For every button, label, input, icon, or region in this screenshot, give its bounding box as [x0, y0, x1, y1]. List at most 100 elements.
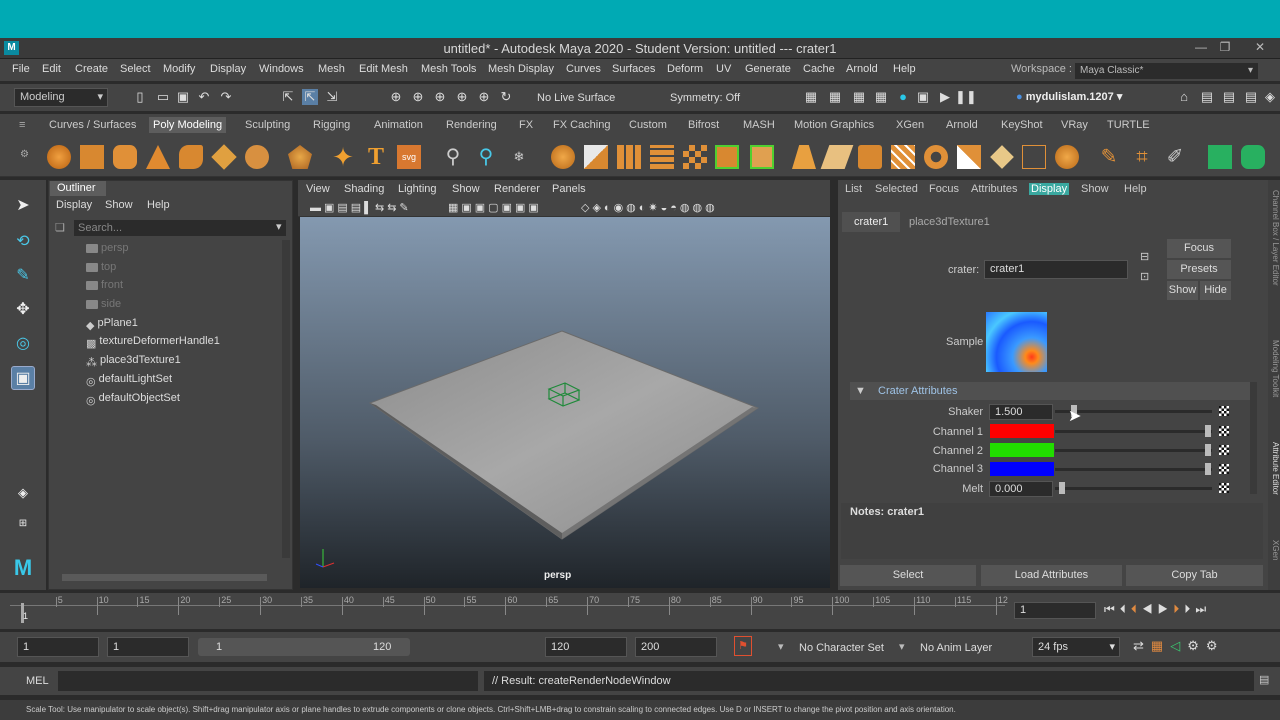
input-connections-icon[interactable]: ⊟: [1140, 250, 1149, 263]
shelf-tab-rendering[interactable]: Rendering: [446, 119, 497, 131]
smooth-icon[interactable]: ❄: [507, 145, 531, 169]
append-poly-icon[interactable]: [820, 145, 854, 169]
menu-uv[interactable]: UV: [716, 63, 731, 75]
minimize-button[interactable]: —: [1191, 40, 1211, 54]
move-tool-icon[interactable]: ✥: [11, 298, 35, 322]
chevron-down-icon[interactable]: ▾: [778, 640, 784, 653]
channel3-slider-handle[interactable]: [1205, 463, 1211, 475]
menu-arnold[interactable]: Arnold: [846, 63, 878, 75]
create-poly-icon[interactable]: [858, 145, 882, 169]
current-frame-field[interactable]: 1: [1014, 602, 1096, 619]
attribute-editor-icon[interactable]: ▤: [1199, 89, 1215, 105]
tab-channel-box[interactable]: Channel Box / Layer Editor: [1268, 190, 1280, 286]
playback-start-field[interactable]: 1: [107, 637, 189, 657]
outliner-item-pplane1[interactable]: ◆ pPlane1: [86, 317, 138, 332]
outliner-menu-display[interactable]: Display: [56, 199, 92, 211]
ae-menu-show[interactable]: Show: [1081, 183, 1109, 195]
crease-icon[interactable]: ⌗: [1130, 145, 1154, 169]
new-scene-icon[interactable]: ▯: [132, 89, 148, 105]
tab-modeling-toolkit[interactable]: Modeling Toolkit: [1268, 340, 1280, 397]
hide-button[interactable]: Hide: [1200, 281, 1231, 300]
arnold-render-icon[interactable]: ▣: [915, 89, 931, 105]
separate-icon[interactable]: ⚲: [474, 145, 498, 169]
shelf-tab-keyshot[interactable]: KeyShot: [1001, 119, 1043, 131]
channel1-slider-handle[interactable]: [1205, 425, 1211, 437]
step-back-icon[interactable]: ⏴: [1120, 602, 1131, 616]
shelf-tab-arnold[interactable]: Arnold: [946, 119, 978, 131]
outliner-title[interactable]: Outliner: [50, 181, 106, 196]
menu-surfaces[interactable]: Surfaces: [612, 63, 655, 75]
menu-mesh-display[interactable]: Mesh Display: [488, 63, 554, 75]
paint-select-tool-icon[interactable]: ✎: [11, 264, 35, 288]
offset-edge-loop-icon[interactable]: [924, 145, 948, 169]
save-scene-icon[interactable]: ▣: [175, 89, 191, 105]
snap-point-icon[interactable]: ⊕: [432, 89, 448, 105]
shelf-tab-bifrost[interactable]: Bifrost: [688, 119, 719, 131]
tab-xgen[interactable]: XGen: [1268, 540, 1280, 560]
show-button[interactable]: Show: [1167, 281, 1198, 300]
lasso-tool-icon[interactable]: ⟲: [11, 230, 35, 254]
outliner-item-place3dtexture1[interactable]: ⁂ place3dTexture1: [86, 354, 181, 369]
anim-layer-select[interactable]: No Anim Layer: [920, 642, 992, 654]
time-slider[interactable]: 5 10 15 20 25 30 35 40 45 50 55 60 65 70 75 80 85 90 95 100…: [0, 593, 1280, 629]
shelf-tab-vray[interactable]: VRay: [1061, 119, 1088, 131]
combine-icon[interactable]: ⚲: [441, 145, 465, 169]
viewport-menu-show[interactable]: Show: [452, 183, 480, 195]
grid-display-icon[interactable]: ▦▣▣▢▣▣▣: [448, 201, 542, 214]
rotate-tool-icon[interactable]: ◎: [11, 332, 35, 356]
node-name-field[interactable]: crater1: [984, 260, 1128, 279]
poke-icon[interactable]: [957, 145, 981, 169]
shelf-tab-turtle[interactable]: TURTLE: [1107, 119, 1150, 131]
animation-end-field[interactable]: 200: [635, 637, 717, 657]
settings-icon[interactable]: ⚙: [1206, 638, 1225, 653]
tab-place3dtexture1[interactable]: place3dTexture1: [909, 216, 990, 228]
3d-viewport[interactable]: [300, 217, 830, 588]
sculpt-icon[interactable]: [1055, 145, 1079, 169]
fps-select[interactable]: 24 fps ▾: [1032, 637, 1120, 657]
animation-start-field[interactable]: 1: [17, 637, 99, 657]
shelf-tab-custom[interactable]: Custom: [629, 119, 667, 131]
go-to-start-icon[interactable]: ⏮: [1104, 602, 1120, 616]
menu-curves[interactable]: Curves: [566, 63, 601, 75]
arnold-ipr-icon[interactable]: ▶: [937, 89, 953, 105]
step-forward-key-icon[interactable]: ⏵: [1173, 602, 1184, 616]
outliner-item-defaultlightset[interactable]: ◎ defaultLightSet: [86, 373, 172, 388]
modeling-toolkit-icon[interactable]: ⌂: [1176, 89, 1192, 105]
bevel-icon[interactable]: [683, 145, 707, 169]
shaker-field[interactable]: 1.500: [989, 404, 1053, 420]
script-editor-icon[interactable]: ▤: [1259, 673, 1269, 686]
boolean-icon[interactable]: [551, 145, 575, 169]
viewport-menu-shading[interactable]: Shading: [344, 183, 384, 195]
outliner-vertical-scrollbar[interactable]: [282, 240, 290, 558]
character-set-select[interactable]: No Character Set: [799, 642, 884, 654]
snap-pivot-icon[interactable]: ↻: [498, 89, 514, 105]
poly-torus-icon[interactable]: [179, 145, 203, 169]
menu-edit[interactable]: Edit: [42, 63, 61, 75]
select-object-icon[interactable]: ⇱: [302, 89, 318, 105]
shelf-tab-curves-surfaces[interactable]: Curves / Surfaces: [49, 119, 136, 131]
outliner-toggle-icon[interactable]: ◈: [1262, 89, 1278, 105]
select-tool-icon[interactable]: ➤: [11, 194, 35, 218]
output-connections-icon[interactable]: ⊡: [1140, 270, 1149, 283]
poly-sphere-icon[interactable]: [47, 145, 71, 169]
outliner-menu-show[interactable]: Show: [105, 199, 133, 211]
melt-slider[interactable]: [1055, 487, 1212, 490]
layout-single-icon[interactable]: ⊞: [11, 518, 35, 542]
script-language-label[interactable]: MEL: [26, 675, 49, 687]
viewport-menu-panels[interactable]: Panels: [552, 183, 586, 195]
close-button[interactable]: ✕: [1250, 40, 1270, 54]
menu-edit-mesh[interactable]: Edit Mesh: [359, 63, 408, 75]
step-back-key-icon[interactable]: ⏴: [1131, 602, 1142, 616]
outliner-item-defaultobjectset[interactable]: ◎ defaultObjectSet: [86, 392, 180, 407]
ipr-render-icon[interactable]: ▦: [851, 89, 867, 105]
menu-create[interactable]: Create: [75, 63, 108, 75]
select-component-icon[interactable]: ⇲: [324, 89, 340, 105]
auto-key-icon[interactable]: ⚑: [734, 636, 752, 656]
symmetry-label[interactable]: Symmetry: Off: [670, 92, 740, 104]
menu-mesh-tools[interactable]: Mesh Tools: [421, 63, 476, 75]
plane-mesh[interactable]: [368, 330, 760, 540]
shelf-tab-motion-graphics[interactable]: Motion Graphics: [794, 119, 874, 131]
shelf-tab-animation[interactable]: Animation: [374, 119, 423, 131]
scale-tool-icon[interactable]: ▣: [11, 366, 35, 390]
ae-menu-focus[interactable]: Focus: [929, 183, 959, 195]
